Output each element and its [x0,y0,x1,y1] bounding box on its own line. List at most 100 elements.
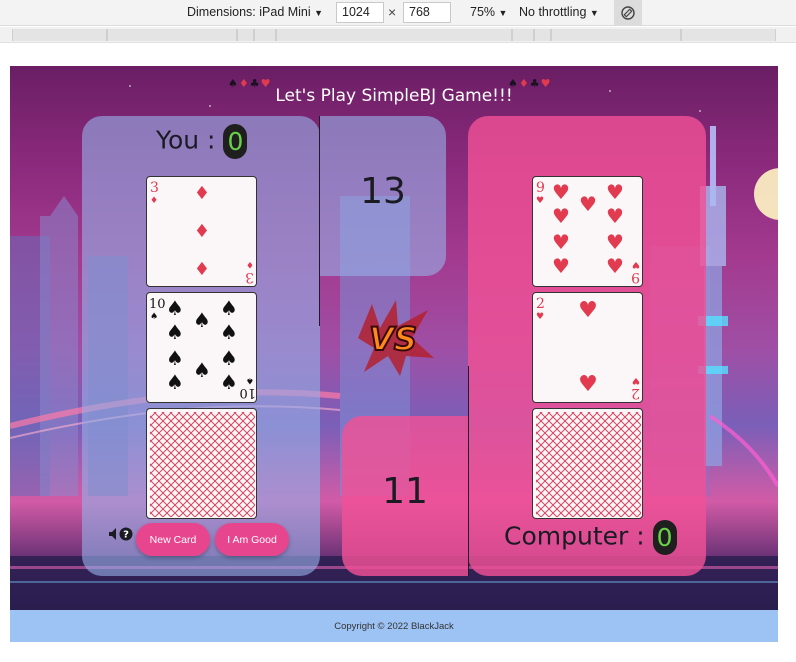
svg-text:♠: ♠ [246,375,254,385]
svg-text:2: 2 [536,296,545,312]
player-heading: You : 0 [156,124,248,159]
i-am-good-button[interactable]: I Am Good [215,523,289,556]
svg-text:♠: ♠ [166,370,184,394]
throttling-label: No throttling [519,5,587,19]
svg-text:♠: ♠ [166,320,184,344]
media-query-bar[interactable] [276,29,512,41]
svg-text:♥: ♥ [552,180,570,204]
player-card-1: 3 ♦ ♦ ♦ ♦ 3 ♦ [146,176,257,287]
media-query-bar[interactable] [107,29,237,41]
chevron-down-icon: ▼ [589,8,599,18]
svg-text:♠: ♠ [193,308,211,332]
svg-text:♦: ♦ [194,259,210,280]
new-card-button[interactable]: New Card [136,523,210,556]
speaker-icon[interactable] [109,528,116,540]
device-label: Dimensions: iPad Mini [187,5,311,19]
throttling-select[interactable]: No throttling ▼ [519,5,599,19]
divider-bottom [468,366,469,576]
divider-top [319,116,320,326]
card-back-pattern [150,412,255,517]
computer-card-2: 2 ♥ ♥ ♥ 2 ♥ [532,292,643,403]
svg-text:3: 3 [150,180,159,196]
computer-label: Computer : [504,521,645,551]
media-query-ruler [0,27,796,43]
svg-text:♠: ♠ [220,296,238,320]
versus-text: VS [369,320,417,358]
media-query-bar[interactable] [551,29,681,41]
club-icon: ♣ [249,77,261,90]
svg-text:2: 2 [631,385,640,401]
svg-text:♠: ♠ [220,320,238,344]
media-query-bar[interactable] [12,29,107,41]
copyright-text: Copyright © 2022 BlackJack [334,620,454,632]
player-card-2: 10 ♠ ♠ ♠ ♠ ♠ ♠ ♠ ♠ ♠ ♠ ♠ 10 ♠ [146,292,257,403]
device-viewport: Let's Play SimpleBJ Game!!! ♠♦♣♥ ♠♦♣♥ Yo… [10,66,778,642]
game-title: Let's Play SimpleBJ Game!!! [275,86,513,106]
svg-text:♥: ♥ [552,230,570,254]
heart-icon: ♥ [260,77,272,90]
diamond-icon: ♦ [238,77,250,90]
svg-text:♠: ♠ [220,370,238,394]
sound-controls[interactable]: ? [108,526,136,542]
club-icon: ♣ [529,77,541,90]
svg-text:♠: ♠ [166,296,184,320]
svg-text:♦: ♦ [194,221,210,242]
svg-text:♠: ♠ [150,312,158,322]
nine-of-hearts-card-face: 9 ♥ ♥ ♥ ♥ ♥ ♥ ♥ ♥ ♥ ♥ 9 ♥ [536,180,640,285]
width-input[interactable]: 1024 [336,2,384,23]
svg-text:♥: ♥ [578,298,598,323]
chevron-down-icon: ▼ [498,8,508,18]
svg-text:♠: ♠ [193,358,211,382]
computer-total: 11 [382,471,428,512]
svg-text:♥: ♥ [536,312,544,322]
two-of-hearts-card-face: 2 ♥ ♥ ♥ 2 ♥ [536,296,640,401]
game-background: Let's Play SimpleBJ Game!!! ♠♦♣♥ ♠♦♣♥ Yo… [10,66,778,610]
spade-icon: ♠ [508,77,519,90]
dimension-separator: × [388,4,397,20]
player-total: 13 [360,171,406,212]
zoom-label: 75% [470,5,496,19]
help-glyph: ? [123,530,129,541]
svg-text:♥: ♥ [578,372,598,397]
device-select[interactable]: Dimensions: iPad Mini ▼ [187,5,323,19]
help-icon[interactable]: ? [119,527,133,541]
svg-text:9: 9 [536,180,545,196]
heart-icon: ♥ [540,77,552,90]
devtools-toolbar: Dimensions: iPad Mini ▼ 1024 × 768 75% ▼… [0,0,796,26]
computer-card-1: 9 ♥ ♥ ♥ ♥ ♥ ♥ ♥ ♥ ♥ ♥ 9 ♥ [532,176,643,287]
diamond-icon: ♦ [518,77,530,90]
computer-heading: Computer : 0 [504,520,677,555]
rotate-icon [621,5,635,20]
svg-text:♠: ♠ [166,346,184,370]
footer: Copyright © 2022 BlackJack [10,610,778,642]
svg-text:10: 10 [149,297,166,312]
chevron-down-icon: ▼ [314,8,324,18]
three-of-diamonds-card-face: 3 ♦ ♦ ♦ ♦ 3 ♦ [150,180,254,285]
svg-text:♥: ♥ [579,192,597,216]
svg-text:♥: ♥ [606,204,624,228]
ten-of-spades-card-face: 10 ♠ ♠ ♠ ♠ ♠ ♠ ♠ ♠ ♠ ♠ ♠ 10 ♠ [149,296,256,400]
svg-text:♦: ♦ [194,183,210,204]
media-query-bar[interactable] [534,29,551,41]
card-back-pattern [536,412,641,517]
svg-text:♥: ♥ [632,375,640,385]
svg-text:♥: ♥ [606,180,624,204]
svg-text:♥: ♥ [552,254,570,278]
player-card-3-back [146,408,257,519]
media-query-bar[interactable] [237,29,254,41]
svg-text:♥: ♥ [536,196,544,206]
svg-text:♥: ♥ [632,259,640,269]
svg-text:♦: ♦ [150,196,158,206]
suits-decoration-right: ♠♦♣♥ [508,77,552,90]
media-query-bar[interactable] [512,29,534,41]
svg-text:♥: ♥ [606,254,624,278]
zoom-select[interactable]: 75% ▼ [470,5,507,19]
svg-text:♥: ♥ [606,230,624,254]
media-query-bar[interactable] [681,29,776,41]
svg-text:3: 3 [245,269,254,285]
height-input[interactable]: 768 [403,2,451,23]
player-wins-badge: 0 [223,124,248,159]
rotate-button[interactable] [614,0,642,25]
media-query-bar[interactable] [254,29,276,41]
suits-decoration-left: ♠♦♣♥ [228,77,272,90]
